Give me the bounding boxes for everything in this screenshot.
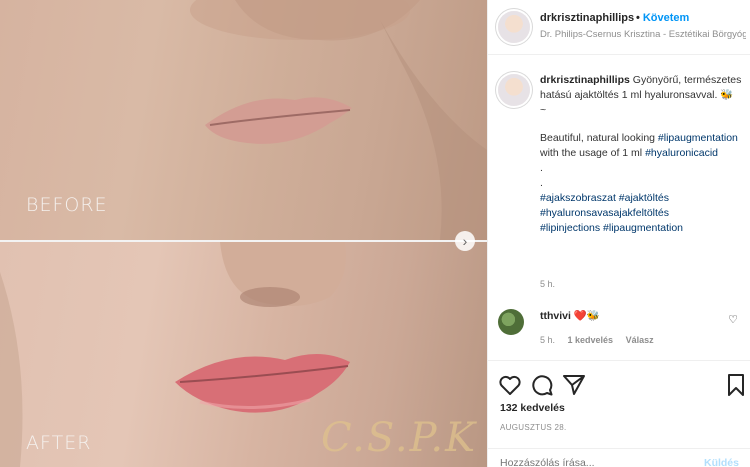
comment-timestamp: 5 h.	[540, 335, 556, 345]
caption-avatar[interactable]	[498, 74, 530, 106]
after-label: AFTER	[26, 432, 92, 454]
commenter-avatar[interactable]	[498, 309, 524, 335]
post-date: AUGUSZTUS 28.	[500, 423, 567, 432]
caption-english-text: Beautiful, natural looking #lipaugmentat…	[540, 131, 745, 161]
likes-count[interactable]: 132 kedvelés	[500, 402, 565, 414]
caption-text-part: Beautiful, natural looking	[540, 132, 658, 144]
separator-dot: •	[636, 12, 640, 24]
commenter-username[interactable]: tthvivi	[540, 310, 571, 322]
comment-meta: 5 h. 1 kedvelés Válasz	[540, 335, 664, 345]
author-avatar[interactable]	[498, 11, 530, 43]
add-comment-input[interactable]	[500, 457, 680, 467]
post-caption: drkrisztinaphillips Gyönyörű, természete…	[540, 73, 745, 236]
caption-username[interactable]: drkrisztinaphillips	[540, 74, 630, 86]
share-paper-plane-icon[interactable]	[562, 373, 586, 397]
post-header: drkrisztinaphillips • Követem Dr. Philips…	[488, 0, 750, 55]
chevron-right-icon: ›	[462, 233, 468, 249]
post-image[interactable]: BEFORE AFTER C.S.P.K ›	[0, 0, 487, 467]
caption-dot: .	[540, 162, 543, 174]
add-comment-bar: Küldés	[488, 448, 750, 467]
save-bookmark-icon[interactable]	[726, 373, 746, 397]
before-label: BEFORE	[26, 194, 108, 216]
hashtag-line[interactable]: #ajakszobraszat #ajaktöltés	[540, 191, 745, 206]
instagram-post-view: BEFORE AFTER C.S.P.K › drkrisztinaphilli…	[0, 0, 750, 467]
before-photo: BEFORE	[0, 0, 487, 240]
next-image-button[interactable]: ›	[455, 231, 475, 251]
after-photo: AFTER C.S.P.K	[0, 242, 487, 467]
watermark-logo: C.S.P.K	[321, 415, 477, 461]
like-heart-icon[interactable]	[498, 373, 522, 397]
post-actions: 132 kedvelés AUGUSZTUS 28.	[488, 360, 750, 460]
comment-like-heart-icon[interactable]: ♡	[728, 313, 738, 326]
caption-dot: .	[540, 177, 543, 189]
hashtag-link[interactable]: #hyaluronicacid	[645, 147, 718, 159]
author-location[interactable]: Dr. Philips-Csernus Krisztina - Esztétik…	[540, 29, 746, 40]
comment-text: ❤️🐝	[573, 310, 600, 322]
following-button[interactable]: Követem	[643, 12, 689, 24]
comment-likes-link[interactable]: 1 kedvelés	[568, 335, 614, 345]
reply-button[interactable]: Válasz	[626, 335, 654, 345]
caption-text-part: with the usage of 1 ml	[540, 147, 646, 159]
comment-bubble-icon[interactable]	[530, 373, 554, 397]
caption-timestamp: 5 h.	[540, 279, 556, 289]
hashtag-line[interactable]: #hyaluronsavasajakfeltöltés	[540, 206, 745, 221]
comment: tthvivi ❤️🐝	[540, 309, 600, 322]
caption-tilde: ~	[540, 104, 547, 116]
author-username[interactable]: drkrisztinaphillips	[540, 12, 634, 24]
post-side-panel: drkrisztinaphillips • Követem Dr. Philips…	[487, 0, 750, 467]
hashtag-line[interactable]: #lipinjections #lipaugmentation	[540, 221, 745, 236]
send-comment-button[interactable]: Küldés	[704, 457, 739, 467]
hashtag-link[interactable]: #lipaugmentation	[658, 132, 738, 144]
follow-status[interactable]: • Követem	[636, 12, 689, 24]
